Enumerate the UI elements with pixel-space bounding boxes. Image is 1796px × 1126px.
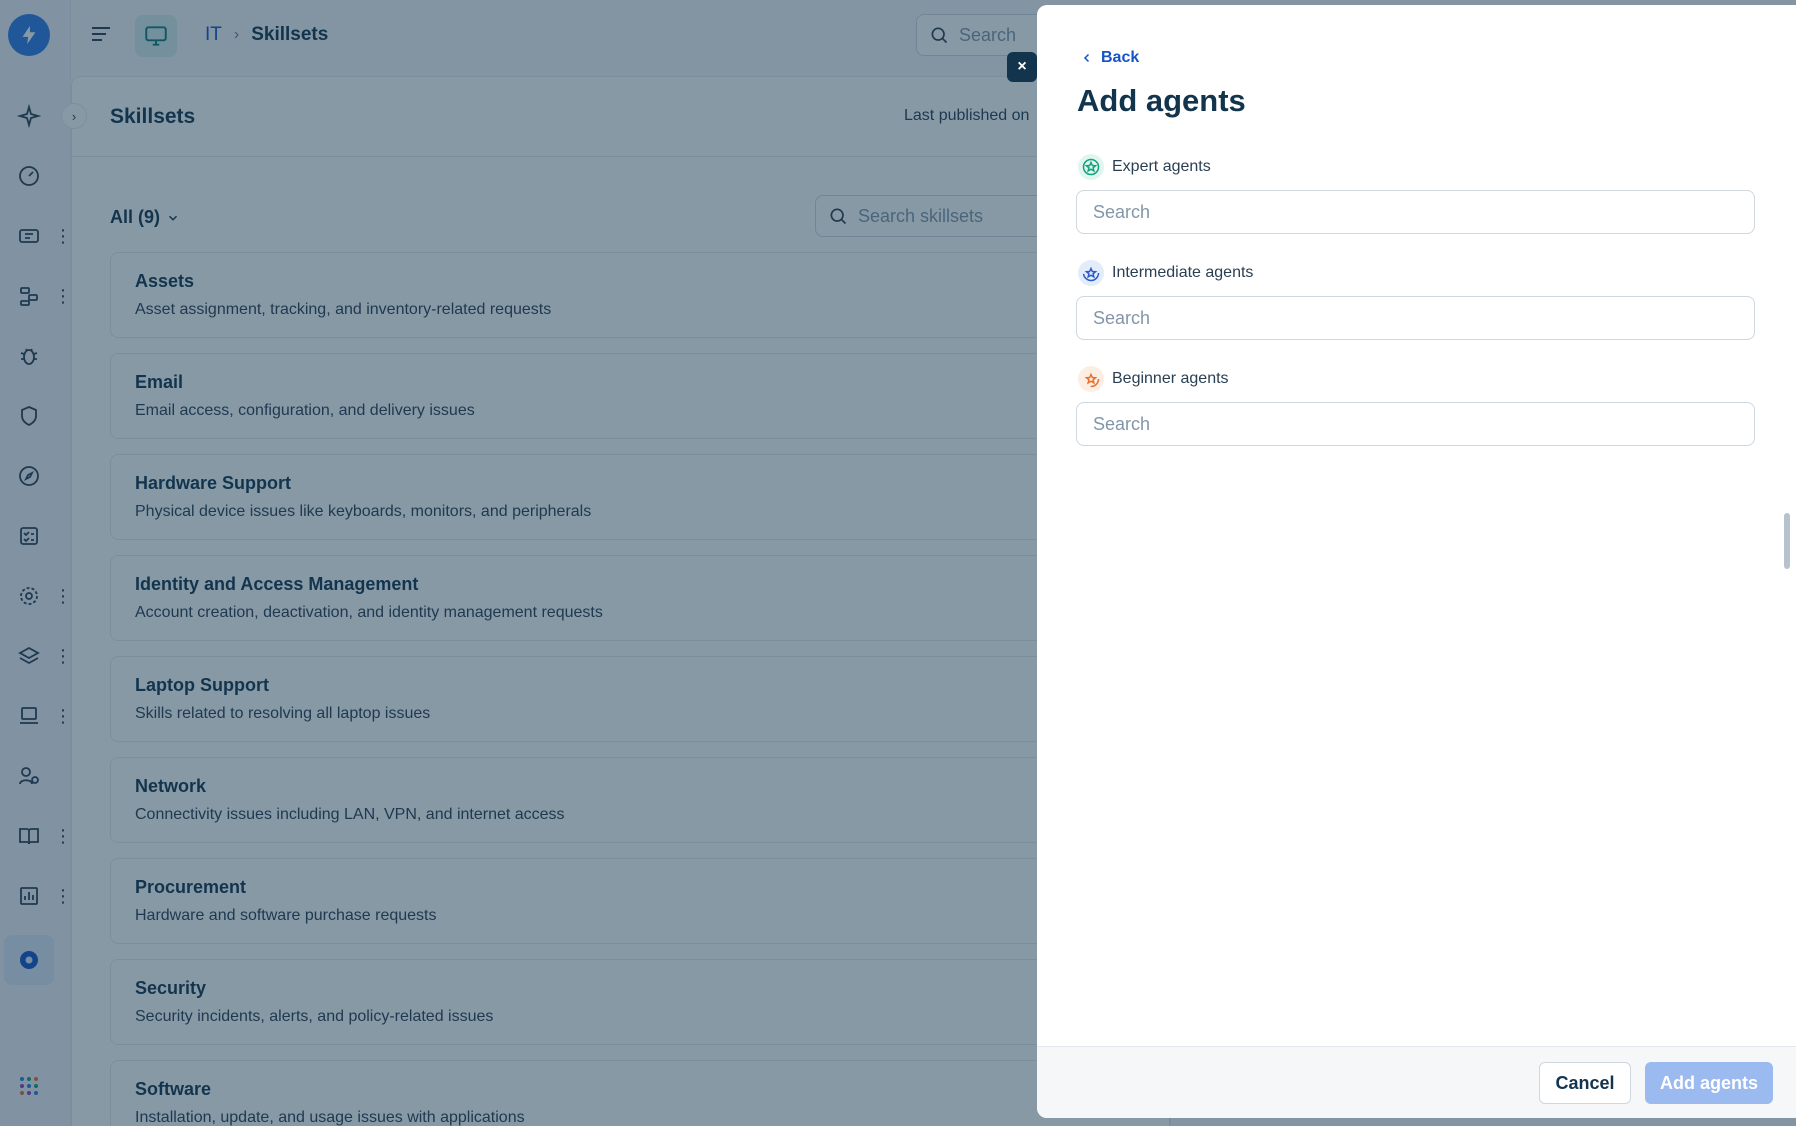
beginner-agents-search-input[interactable] [1076,402,1755,446]
beginner-agents-group: Beginner agents [1076,364,1755,446]
add-agents-button[interactable]: Add agents [1645,1062,1773,1104]
add-agents-drawer: Back Add agents Expert agents Intermedia… [1037,5,1796,1118]
close-drawer-button[interactable]: × [1007,52,1037,82]
drawer-title: Add agents [1077,83,1246,118]
chevron-left-icon [1083,53,1090,63]
expert-agents-label: Expert agents [1112,158,1211,175]
expert-agents-group: Expert agents [1076,152,1755,234]
expert-star-icon [1078,154,1104,180]
back-label: Back [1101,49,1140,66]
intermediate-agents-group: Intermediate agents [1076,258,1755,340]
intermediate-agents-label: Intermediate agents [1112,264,1254,281]
intermediate-star-icon [1078,260,1104,286]
beginner-agents-label: Beginner agents [1112,370,1229,387]
intermediate-agents-search-input[interactable] [1076,296,1755,340]
back-link[interactable]: Back [1081,49,1139,67]
beginner-star-icon [1078,366,1104,392]
cancel-button[interactable]: Cancel [1539,1062,1631,1104]
drawer-scrollbar[interactable] [1784,513,1790,569]
expert-agents-search-input[interactable] [1076,190,1755,234]
drawer-footer: Cancel Add agents [1037,1046,1796,1118]
